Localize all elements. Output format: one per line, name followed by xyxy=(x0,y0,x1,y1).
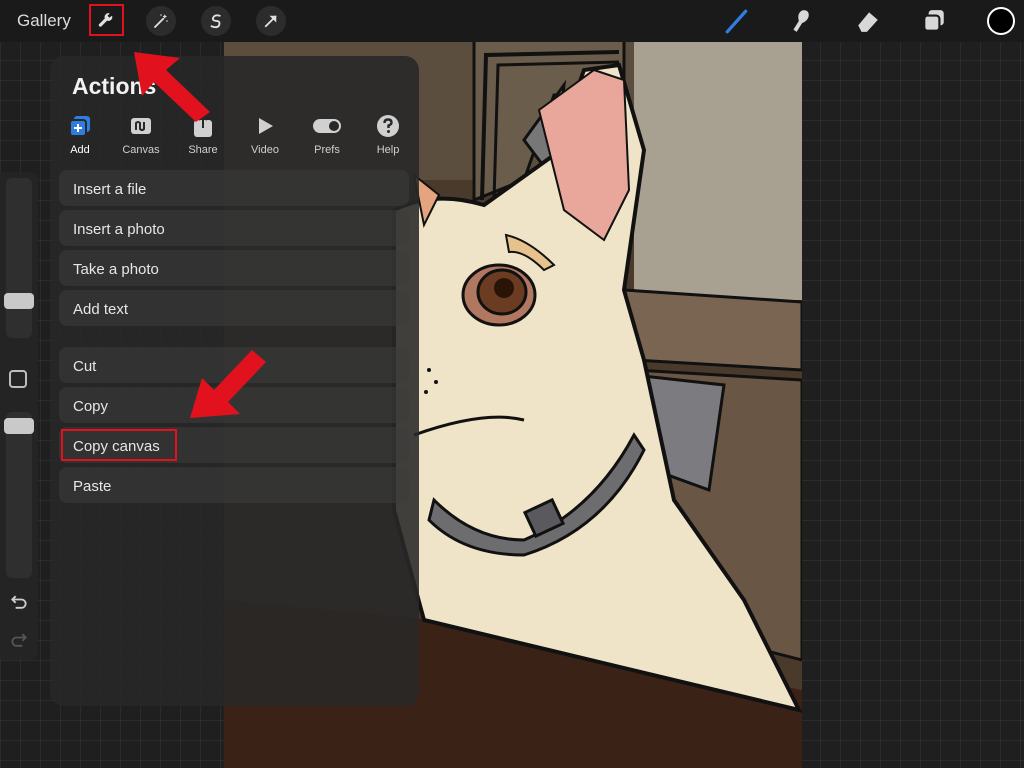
menu-item-take-photo[interactable]: Take a photo xyxy=(59,250,409,286)
left-sidebar xyxy=(0,172,38,660)
redo-icon[interactable] xyxy=(9,630,29,650)
modify-button[interactable] xyxy=(9,370,27,388)
undo-icon[interactable] xyxy=(9,592,29,612)
help-icon xyxy=(377,115,399,137)
selection-tool-button[interactable] xyxy=(201,6,231,36)
color-picker-button[interactable] xyxy=(987,7,1015,35)
prefs-toggle-icon xyxy=(313,119,341,133)
brush-tool-button[interactable] xyxy=(722,6,752,36)
magic-wand-icon xyxy=(154,14,168,28)
selection-icon xyxy=(210,14,221,29)
add-icon xyxy=(69,116,90,137)
tab-add[interactable]: Add xyxy=(49,114,111,160)
smudge-icon xyxy=(793,10,809,32)
transform-tool-button[interactable] xyxy=(256,6,286,36)
tab-share-label: Share xyxy=(188,144,218,156)
layers-button[interactable] xyxy=(919,6,949,36)
actions-tabs: Add Canvas Share Video Prefs Help xyxy=(50,114,419,160)
tab-help[interactable]: Help xyxy=(357,114,419,160)
transform-arrow-icon xyxy=(264,15,277,28)
tab-video[interactable]: Video xyxy=(234,114,296,160)
tab-prefs-label: Prefs xyxy=(314,144,340,156)
annotation-arrow-down-icon xyxy=(190,350,266,418)
brush-size-slider[interactable] xyxy=(6,178,32,338)
video-icon xyxy=(259,118,273,134)
layers-icon xyxy=(923,10,944,32)
brush-size-thumb[interactable] xyxy=(4,293,34,309)
menu-item-add-text[interactable]: Add text xyxy=(59,290,409,326)
menu-item-insert-photo[interactable]: Insert a photo xyxy=(59,210,409,246)
menu-item-paste[interactable]: Paste xyxy=(59,467,409,503)
tab-add-label: Add xyxy=(70,144,90,156)
adjustments-tool-button[interactable] xyxy=(146,6,176,36)
eraser-icon xyxy=(858,12,878,32)
top-toolbar: Gallery xyxy=(0,0,1024,42)
tab-video-label: Video xyxy=(251,144,279,156)
opacity-slider[interactable] xyxy=(6,412,32,578)
annotation-arrow-up-icon xyxy=(134,52,210,122)
copy-canvas-highlight xyxy=(61,429,177,461)
tab-canvas-label: Canvas xyxy=(122,144,160,156)
menu-item-insert-file[interactable]: Insert a file xyxy=(59,170,409,206)
tab-prefs[interactable]: Prefs xyxy=(296,114,358,160)
tab-help-label: Help xyxy=(376,144,400,156)
gallery-button[interactable]: Gallery xyxy=(17,11,71,31)
opacity-thumb[interactable] xyxy=(4,418,34,434)
actions-tool-highlight xyxy=(89,4,124,36)
brush-icon xyxy=(725,9,748,34)
eraser-tool-button[interactable] xyxy=(853,6,883,36)
smudge-tool-button[interactable] xyxy=(786,6,816,36)
